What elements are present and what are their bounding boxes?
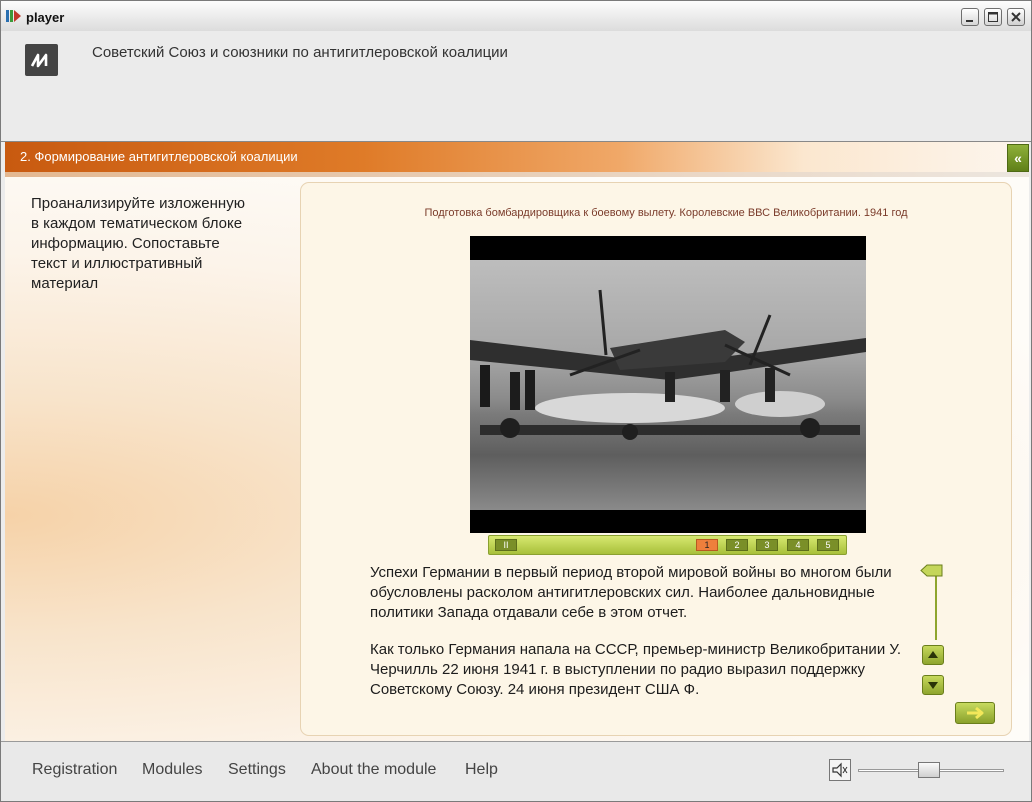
text-paragraph: Успехи Германии в первый период второй м…: [370, 564, 892, 621]
speaker-icon[interactable]: [829, 759, 851, 781]
window-title: player: [26, 10, 65, 25]
logo-mark: [30, 53, 48, 68]
maximize-button[interactable]: [984, 8, 1002, 26]
title-bar[interactable]: player: [1, 1, 1031, 32]
volume-thumb[interactable]: [917, 762, 940, 778]
slide-page-button[interactable]: 4: [787, 539, 809, 551]
next-button[interactable]: [955, 702, 995, 724]
maximize-icon: [988, 12, 998, 22]
close-button[interactable]: [1007, 8, 1025, 26]
pause-button[interactable]: II: [495, 539, 517, 551]
course-logo-icon: [25, 44, 58, 76]
lesson-text: Успехи Германии в первый период второй м…: [370, 563, 915, 703]
slideshow-controls: II 1 2 3 4 5: [488, 535, 847, 555]
photo-caption: Подготовка бомбардировщика к боевому выл…: [424, 207, 908, 219]
speaker-glyph: [832, 762, 848, 778]
minimize-button[interactable]: [961, 8, 979, 26]
menu-modules[interactable]: Modules: [142, 761, 202, 779]
historical-photo: [470, 236, 866, 533]
section-header: 2. Формирование антигитлеровской коалици…: [5, 142, 1029, 177]
player-window: player Советский Союз и союзники по анти…: [0, 0, 1032, 802]
menu-about[interactable]: About the module: [311, 761, 436, 779]
content-panel: Подготовка бомбардировщика к боевому выл…: [300, 182, 1012, 736]
lesson-body: Проанализируйте изложенную в каждом тема…: [5, 177, 1029, 741]
collapse-panel-button[interactable]: «: [1007, 144, 1029, 172]
minimize-icon: [966, 20, 973, 22]
slide-page-button[interactable]: 5: [817, 539, 839, 551]
bomber-photo-image: [470, 289, 866, 440]
menu-registration[interactable]: Registration: [32, 761, 117, 779]
menu-settings[interactable]: Settings: [228, 761, 286, 779]
slide-page-button[interactable]: 3: [756, 539, 778, 551]
arrow-down-icon: [928, 682, 938, 689]
scroll-up-button[interactable]: [922, 645, 944, 665]
course-title: Советский Союз и союзники по антигитлеро…: [92, 44, 508, 61]
text-scrollbar[interactable]: [935, 570, 937, 640]
app-icon: [6, 10, 21, 22]
arrow-right-icon: [967, 706, 984, 720]
course-header: Советский Союз и союзники по антигитлеро…: [1, 31, 1031, 142]
scroll-thumb-icon[interactable]: [920, 564, 943, 577]
instruction-text: Проанализируйте изложенную в каждом тема…: [31, 195, 245, 292]
arrow-up-icon: [928, 651, 938, 658]
close-icon: [1011, 12, 1021, 22]
footer-menu: Registration Modules Settings About the …: [1, 741, 1031, 801]
slide-page-button[interactable]: 2: [726, 539, 748, 551]
text-paragraph: Как только Германия напала на СССР, прем…: [370, 641, 902, 698]
menu-help[interactable]: Help: [465, 761, 498, 779]
section-title: 2. Формирование антигитлеровской коалици…: [20, 149, 298, 164]
scroll-down-button[interactable]: [922, 675, 944, 695]
slide-page-button[interactable]: 1: [696, 539, 718, 551]
